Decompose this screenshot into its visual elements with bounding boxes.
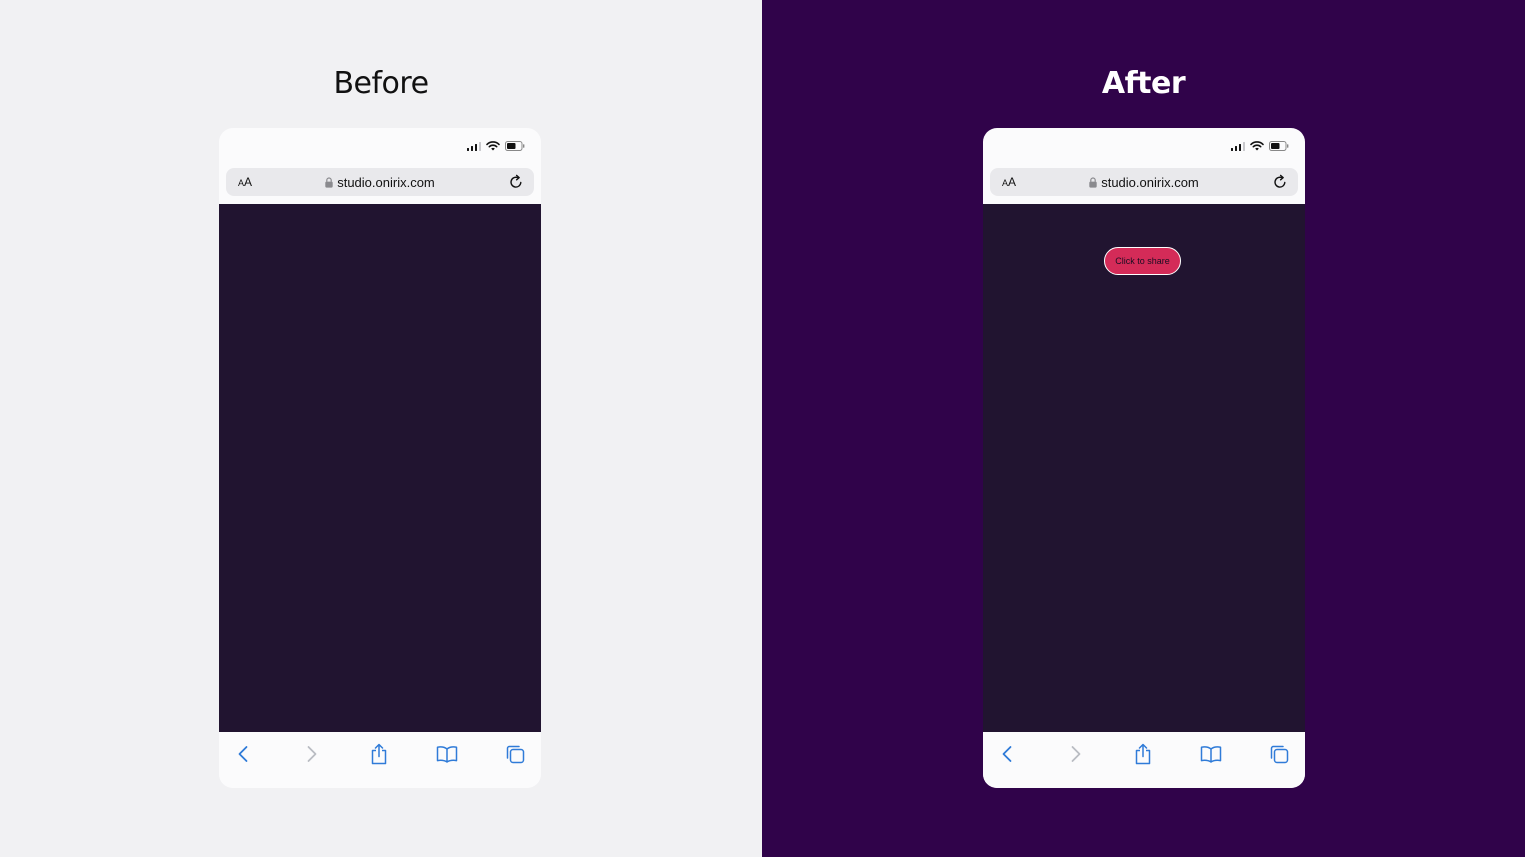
share-button[interactable] [367,742,391,766]
bookmarks-icon [436,746,458,763]
forward-icon [1071,746,1081,762]
phone-mockup-before: AA studio.onirix.com [219,128,541,788]
forward-button[interactable] [1064,742,1088,766]
lock-icon [325,176,333,188]
reload-icon[interactable] [508,174,524,190]
tabs-button[interactable] [1267,742,1291,766]
status-bar [983,128,1305,166]
reload-icon[interactable] [1272,174,1288,190]
url-text: studio.onirix.com [337,174,435,190]
after-panel: After AA studio.onirix.com Click to shar… [762,0,1525,857]
battery-icon [1269,141,1289,151]
click-to-share-button[interactable]: Click to share [1104,247,1181,275]
browser-toolbar [983,732,1305,788]
bookmarks-button[interactable] [435,742,459,766]
share-button[interactable] [1131,742,1155,766]
share-icon [1135,743,1151,765]
web-content-area: Click to share [983,204,1305,732]
back-button[interactable] [231,742,255,766]
signal-icon [1230,141,1245,151]
tabs-icon [506,745,525,764]
back-icon [1002,746,1012,762]
status-bar [219,128,541,166]
address-bar[interactable]: AA studio.onirix.com [990,168,1298,196]
bookmarks-icon [1200,746,1222,763]
forward-icon [307,746,317,762]
battery-icon [505,141,525,151]
share-icon [371,743,387,765]
after-title: After [1101,66,1186,101]
back-button[interactable] [995,742,1019,766]
browser-toolbar [219,732,541,788]
before-title: Before [333,66,429,101]
address-bar[interactable]: AA studio.onirix.com [226,168,534,196]
signal-icon [466,141,481,151]
tabs-button[interactable] [503,742,527,766]
back-icon [238,746,248,762]
url-text: studio.onirix.com [1101,174,1199,190]
phone-mockup-after: AA studio.onirix.com Click to share [983,128,1305,788]
wifi-icon [486,141,500,151]
bookmarks-button[interactable] [1199,742,1223,766]
wifi-icon [1250,141,1264,151]
tabs-icon [1270,745,1289,764]
forward-button[interactable] [300,742,324,766]
web-content-area [219,204,541,732]
before-panel: Before AA studio.onirix.com [0,0,762,857]
lock-icon [1089,176,1097,188]
